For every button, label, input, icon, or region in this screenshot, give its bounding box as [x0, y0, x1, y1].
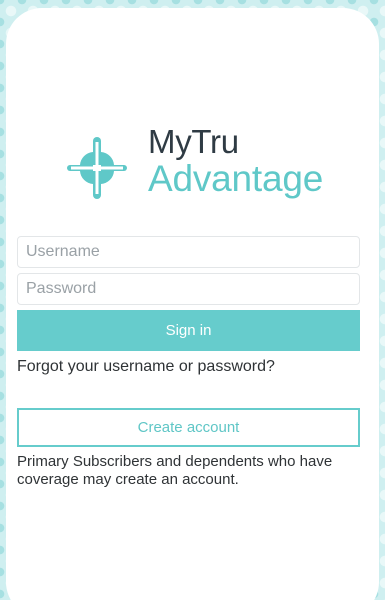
logo-wordmark: MyTru Advantage — [148, 124, 323, 198]
username-input[interactable] — [17, 236, 360, 268]
forgot-credentials-link[interactable]: Forgot your username or password? — [17, 358, 275, 376]
sign-in-button[interactable]: Sign in — [17, 310, 360, 351]
four-leaf-clover-icon — [67, 137, 127, 199]
password-input[interactable] — [17, 273, 360, 305]
create-account-button[interactable]: Create account — [17, 408, 360, 447]
app-logo: MyTru Advantage — [65, 124, 345, 204]
logo-line-mytru: MyTru — [148, 123, 239, 160]
eligibility-note: Primary Subscribers and dependents who h… — [17, 453, 333, 488]
logo-line-advantage: Advantage — [148, 158, 324, 199]
